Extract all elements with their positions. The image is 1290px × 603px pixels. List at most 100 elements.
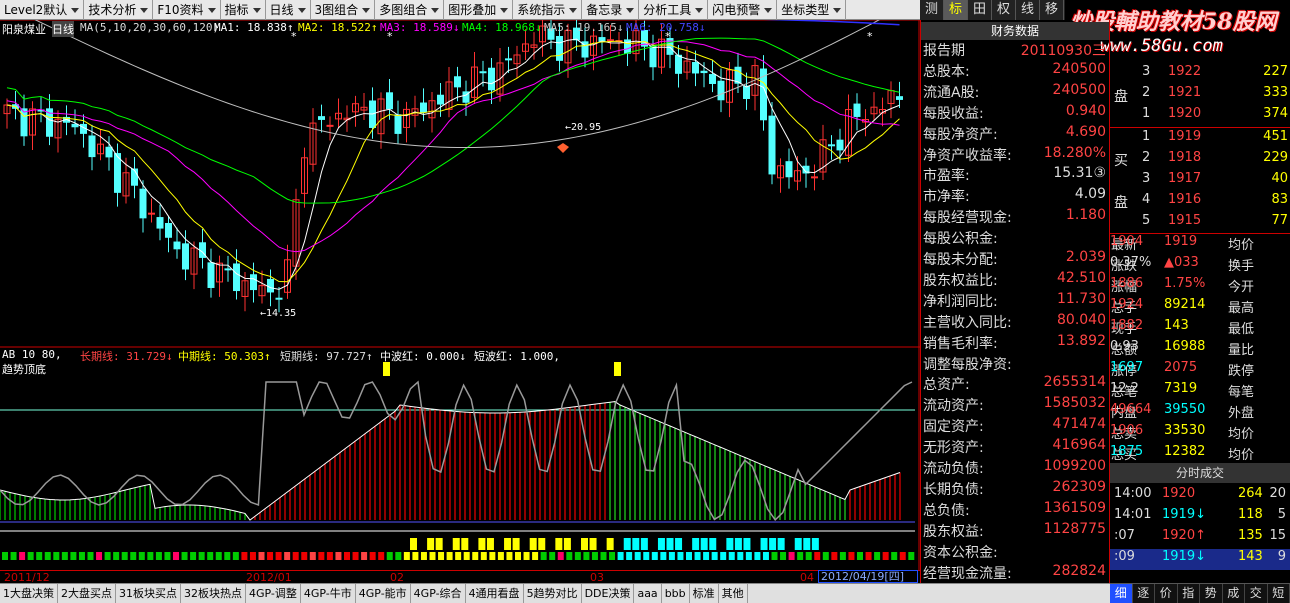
menu-item[interactable]: 图形叠加 bbox=[444, 0, 514, 20]
current-date-box: 2012/04/19[四] bbox=[818, 570, 918, 583]
status-block bbox=[643, 552, 650, 560]
function-tab[interactable]: 其他 bbox=[719, 584, 748, 603]
menu-item[interactable]: Level2默认 bbox=[0, 0, 85, 20]
stat-value: 1906 bbox=[1110, 423, 1144, 438]
status-block bbox=[121, 552, 128, 560]
watermark-url: www.58Gu.com bbox=[1100, 36, 1223, 56]
kline-chart[interactable]: ←20.95←14.35* * * * bbox=[0, 20, 920, 570]
stat-label: 每笔 bbox=[1228, 385, 1255, 400]
menu-item[interactable]: 坐标类型 bbox=[777, 0, 847, 20]
menu-item-label: 技术分析 bbox=[88, 3, 137, 17]
function-tab[interactable]: bbb bbox=[662, 584, 690, 603]
function-tab[interactable]: 1大盘决策 bbox=[0, 584, 58, 603]
function-tab[interactable]: DDE决策 bbox=[582, 584, 635, 603]
fin-row: 净利润同比: 11.730 bbox=[923, 291, 1106, 312]
fin-value: 1585032 bbox=[1043, 395, 1106, 412]
candle-body bbox=[709, 74, 716, 84]
menu-item[interactable]: 3图组合 bbox=[311, 0, 376, 20]
status-block bbox=[275, 552, 282, 560]
function-tab[interactable]: 2大盘买点 bbox=[58, 584, 116, 603]
menu-item[interactable]: 指标 bbox=[221, 0, 266, 20]
menu-item[interactable]: 闪电预警 bbox=[708, 0, 778, 20]
fin-row: 总负债: 1361509 bbox=[923, 500, 1106, 521]
function-tab[interactable]: 4GP-牛市 bbox=[301, 584, 356, 603]
quote-tab[interactable]: 逐 bbox=[1133, 584, 1155, 603]
signal-block bbox=[709, 538, 717, 550]
function-tab[interactable]: 标准 bbox=[690, 584, 719, 603]
fin-label: 净利润同比: bbox=[923, 293, 998, 310]
status-block bbox=[899, 552, 906, 560]
status-block bbox=[36, 552, 43, 560]
menu-item[interactable]: 系统指示 bbox=[513, 0, 583, 20]
right-tab[interactable]: 测 bbox=[920, 0, 944, 20]
candle-body bbox=[105, 146, 113, 158]
trade-header[interactable]: 分时成交 bbox=[1110, 463, 1290, 483]
menu-item[interactable]: 备忘录 bbox=[582, 0, 640, 20]
menu-item[interactable]: 日线 bbox=[266, 0, 311, 20]
menu-item[interactable]: 技术分析 bbox=[84, 0, 154, 20]
function-tab[interactable]: 4GP-综合 bbox=[411, 584, 466, 603]
function-tab[interactable]: 4通用看盘 bbox=[466, 584, 524, 603]
status-block bbox=[848, 552, 855, 560]
function-tab[interactable]: 5趋势对比 bbox=[524, 584, 582, 603]
status-block bbox=[694, 552, 701, 560]
trade-time: 14:00 bbox=[1114, 486, 1152, 501]
quote-tab[interactable]: 势 bbox=[1200, 584, 1223, 603]
fin-value: 1361509 bbox=[1043, 499, 1106, 516]
trade-price: 1919↓ bbox=[1162, 507, 1206, 522]
right-tab[interactable]: 移 bbox=[1040, 0, 1064, 20]
right-tab[interactable]: 标 bbox=[944, 0, 968, 20]
status-block bbox=[703, 552, 710, 560]
candle-body bbox=[173, 241, 181, 250]
signal-block bbox=[469, 538, 477, 550]
function-tab[interactable]: 4GP-调整 bbox=[246, 584, 301, 603]
signal-block bbox=[726, 538, 734, 550]
stat-value: 1875 bbox=[1110, 444, 1144, 459]
level-volume: 229 bbox=[1263, 150, 1288, 165]
dropdown-arrow-icon bbox=[140, 7, 149, 13]
trade-price: 1919↓ bbox=[1162, 549, 1206, 564]
right-tab[interactable]: 田 bbox=[968, 0, 992, 20]
right-tab[interactable]: 线 bbox=[1016, 0, 1040, 20]
menu-item[interactable]: 多图组合 bbox=[375, 0, 445, 20]
menu-item-label: 图形叠加 bbox=[448, 3, 497, 17]
status-block bbox=[378, 552, 385, 560]
period-label[interactable]: 日线 bbox=[52, 21, 74, 37]
status-block bbox=[574, 552, 581, 560]
status-block bbox=[609, 552, 616, 560]
top-menu-bar: Level2默认 技术分析 F10资料 指标 日线 3图组合 多图组合 图形叠加 系统指示 备忘录… bbox=[0, 0, 920, 20]
level-price: 1921 bbox=[1168, 85, 1202, 100]
function-tab[interactable]: 32板块热点 bbox=[181, 584, 246, 603]
function-tab[interactable]: 4GP-能市 bbox=[356, 584, 411, 603]
stock-name: 阳泉煤业 bbox=[2, 23, 46, 36]
status-block bbox=[566, 552, 573, 560]
quote-tab[interactable]: 指 bbox=[1178, 584, 1200, 603]
quote-tab[interactable]: 价 bbox=[1155, 584, 1178, 603]
status-block bbox=[155, 552, 162, 560]
fin-label: 经营现金流量: bbox=[923, 565, 1012, 582]
status-block bbox=[874, 552, 881, 560]
status-block bbox=[207, 552, 214, 560]
status-block bbox=[523, 552, 530, 560]
financial-header[interactable]: 财务数据 bbox=[921, 22, 1109, 40]
quote-tab[interactable]: 交 bbox=[1245, 584, 1268, 603]
candle-body bbox=[454, 76, 461, 88]
signal-block bbox=[666, 538, 674, 550]
stat-value: 1697 bbox=[1110, 360, 1144, 375]
candle-body bbox=[836, 139, 844, 151]
status-block bbox=[215, 552, 222, 560]
status-block bbox=[891, 552, 898, 560]
quote-tab[interactable]: 成 bbox=[1223, 584, 1245, 603]
menu-item[interactable]: 分析工具 bbox=[639, 0, 709, 20]
function-tab[interactable]: aaa bbox=[634, 584, 662, 603]
quote-tab[interactable]: 细 bbox=[1110, 584, 1133, 603]
fin-label: 资本公积金: bbox=[923, 544, 998, 561]
function-tab[interactable]: 31板块买点 bbox=[116, 584, 181, 603]
right-tab[interactable]: 权 bbox=[992, 0, 1016, 20]
menu-item[interactable]: F10资料 bbox=[153, 0, 221, 20]
fin-row: 市盈率: 15.31③ bbox=[923, 165, 1106, 186]
fin-row: 股东权益: 1128775 bbox=[923, 521, 1106, 542]
status-block bbox=[335, 552, 342, 560]
quote-tab[interactable]: 短 bbox=[1268, 584, 1290, 603]
status-block bbox=[472, 552, 479, 560]
